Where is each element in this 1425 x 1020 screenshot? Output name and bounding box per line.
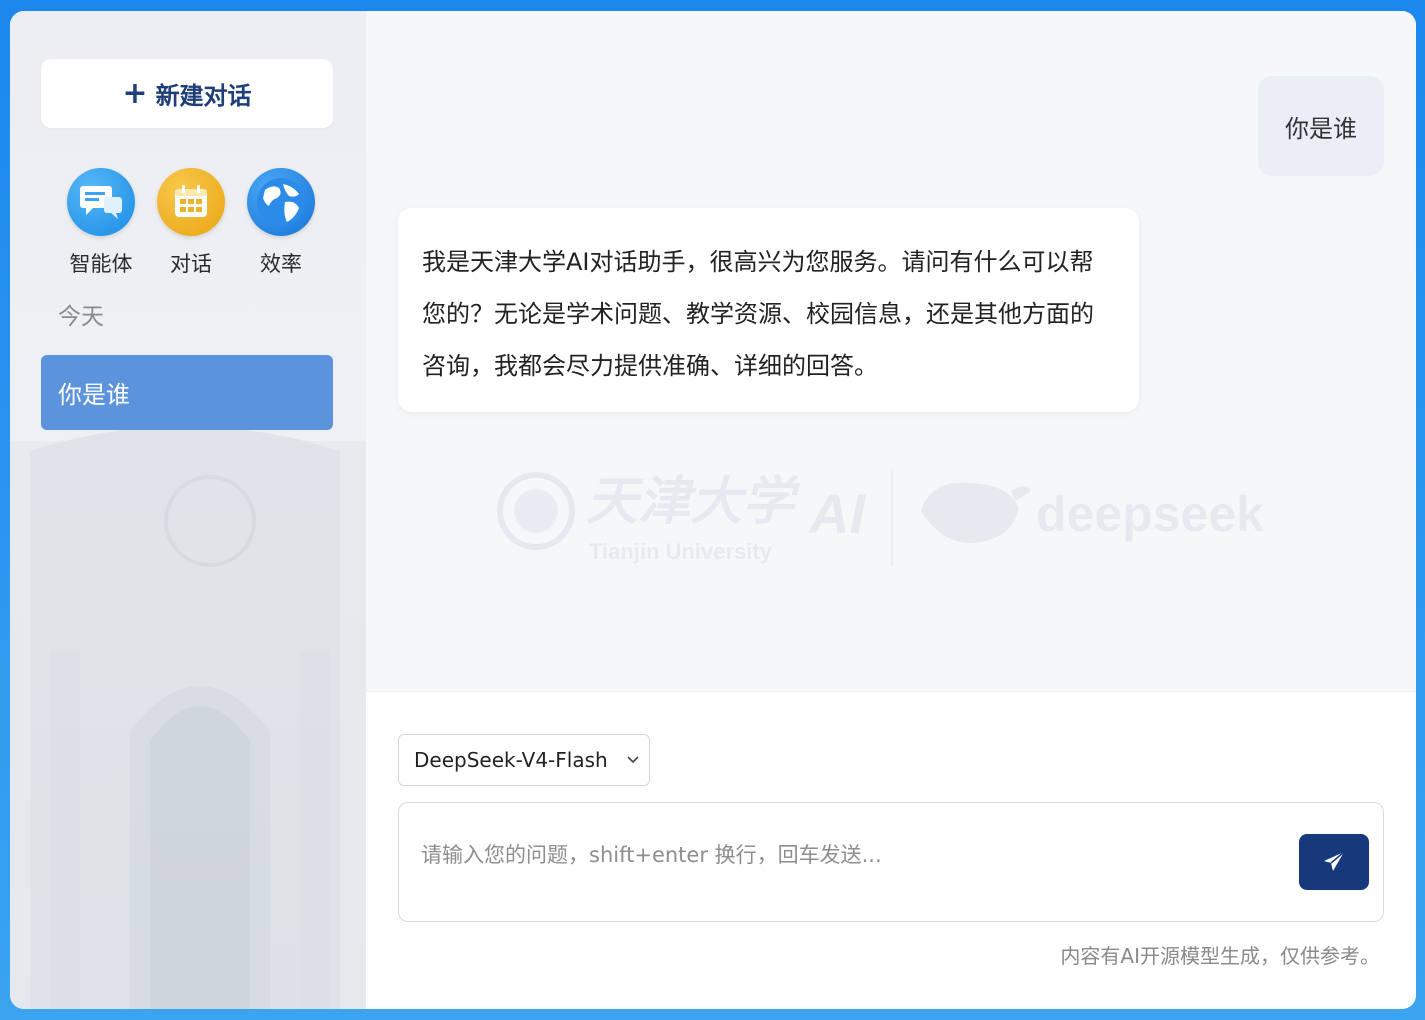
globe-icon [247, 168, 315, 236]
history-section-today: 今天 [58, 304, 104, 330]
chevron-down-icon [627, 756, 639, 764]
prompt-input[interactable] [421, 839, 1281, 871]
watermark-partner: deepseek [1036, 486, 1264, 542]
app-efficiency-label: 效率 [260, 252, 302, 276]
deepseek-whale-logo [921, 482, 1031, 543]
app-agent[interactable]: 智能体 [56, 168, 146, 278]
plus-icon: + [122, 75, 148, 111]
sidebar: + 新建对话 智能体 对话 效率 今天 你是谁 [10, 11, 366, 1009]
app-dialogue[interactable]: 对话 [146, 168, 236, 278]
send-button[interactable] [1299, 834, 1369, 890]
history-item[interactable]: 你是谁 [41, 355, 333, 430]
new-chat-button[interactable]: + 新建对话 [41, 59, 333, 128]
chat-bubbles-icon [67, 168, 135, 236]
app-dialogue-label: 对话 [170, 252, 212, 276]
user-message-text: 你是谁 [1285, 114, 1357, 143]
history-item-title: 你是谁 [58, 381, 130, 409]
main-panel: 你是谁 我是天津大学AI对话助手，很高兴为您服务。请问有什么可以帮您的？无论是学… [366, 11, 1416, 1009]
prompt-box [398, 802, 1384, 922]
watermark-ai-text: AI [807, 482, 866, 545]
user-message: 你是谁 [1258, 76, 1384, 176]
input-area: DeepSeek-V4-Flash 内容有AI开源模型生成，仅供参考。 [366, 691, 1416, 1009]
assistant-message: 我是天津大学AI对话助手，很高兴为您服务。请问有什么可以帮您的？无论是学术问题、… [398, 208, 1139, 412]
tju-seal-logo [497, 472, 575, 550]
calendar-icon [157, 168, 225, 236]
chat-area: 你是谁 我是天津大学AI对话助手，很高兴为您服务。请问有什么可以帮您的？无论是学… [366, 11, 1416, 691]
model-select-value: DeepSeek-V4-Flash [414, 748, 608, 772]
assistant-message-text: 我是天津大学AI对话助手，很高兴为您服务。请问有什么可以帮您的？无论是学术问题、… [422, 248, 1094, 380]
paper-plane-icon [1324, 851, 1345, 871]
model-select[interactable]: DeepSeek-V4-Flash [398, 734, 650, 786]
campus-gate-background [10, 426, 366, 1009]
new-chat-label: 新建对话 [155, 82, 252, 110]
app-efficiency[interactable]: 效率 [236, 168, 326, 278]
app-shortcuts: 智能体 对话 效率 [56, 168, 326, 278]
brand-watermark: 天津大学 Tianjin University AI deepseek [497, 471, 1264, 566]
watermark-university-en: Tianjin University [589, 539, 773, 564]
app-window: + 新建对话 智能体 对话 效率 今天 你是谁 你是谁 我是天津大学AI对话助手… [10, 11, 1416, 1009]
watermark-university-cn: 天津大学 [586, 471, 801, 532]
disclaimer-text: 内容有AI开源模型生成，仅供参考。 [1060, 944, 1380, 968]
app-agent-label: 智能体 [69, 252, 133, 276]
